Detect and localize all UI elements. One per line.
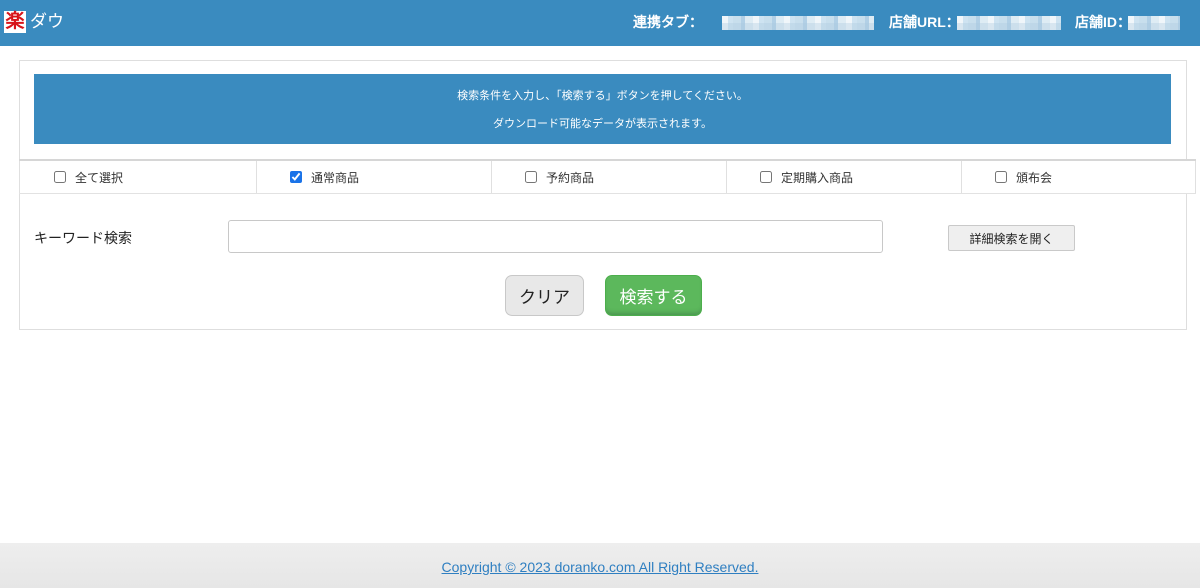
filter-label: 通常商品 <box>311 170 360 185</box>
connected-tab-label: 連携タブ： <box>633 14 703 30</box>
distribution-club-checkbox[interactable] <box>995 171 1007 183</box>
filter-label: 全て選択 <box>75 170 124 185</box>
filter-subscription-products[interactable]: 定期購入商品 <box>726 161 961 193</box>
instruction-line-1: 検索条件を入力し、「検索する」ボタンを押してください。 <box>457 90 748 102</box>
app-name: ダウ <box>30 12 64 31</box>
connected-tab-value-redacted <box>722 16 874 30</box>
clear-button[interactable]: クリア <box>505 275 584 316</box>
open-advanced-search-button[interactable]: 詳細検索を開く <box>948 225 1075 251</box>
copyright-link[interactable]: Copyright © 2023 doranko.com All Right R… <box>442 558 759 576</box>
regular-products-checkbox[interactable] <box>290 171 302 183</box>
filter-select-all[interactable]: 全て選択 <box>19 161 256 193</box>
app-logo-icon: 楽 <box>4 11 26 33</box>
store-id-value-redacted <box>1128 16 1180 30</box>
keyword-search-input[interactable] <box>228 220 883 253</box>
filter-label: 頒布会 <box>1016 170 1053 185</box>
store-id-label: 店舗ID： <box>1075 14 1131 30</box>
top-bar: 楽 ダウ 連携タブ： 店舗URL： 店舗ID： <box>0 0 1200 46</box>
filter-distribution-club[interactable]: 頒布会 <box>961 161 1196 193</box>
filter-label: 定期購入商品 <box>781 170 854 185</box>
filter-label: 予約商品 <box>546 170 595 185</box>
instruction-line-2: ダウンロード可能なデータが表示されます。 <box>493 118 712 130</box>
select-all-checkbox[interactable] <box>54 171 66 183</box>
store-url-value-redacted <box>957 16 1061 30</box>
product-type-filters: 全て選択 通常商品 予約商品 定期購入商品 頒布会 <box>19 159 1196 194</box>
keyword-search-label: キーワード検索 <box>34 230 132 246</box>
filter-preorder-products[interactable]: 予約商品 <box>491 161 726 193</box>
preorder-products-checkbox[interactable] <box>525 171 537 183</box>
subscription-products-checkbox[interactable] <box>760 171 772 183</box>
filter-regular-products[interactable]: 通常商品 <box>256 161 491 193</box>
search-button[interactable]: 検索する <box>605 275 702 316</box>
search-panel: 検索条件を入力し、「検索する」ボタンを押してください。 ダウンロード可能なデータ… <box>19 60 1196 330</box>
app-brand[interactable]: 楽 ダウ <box>4 10 64 34</box>
footer: Copyright © 2023 doranko.com All Right R… <box>0 543 1200 588</box>
instruction-banner: 検索条件を入力し、「検索する」ボタンを押してください。 ダウンロード可能なデータ… <box>34 74 1171 144</box>
store-url-label: 店舗URL： <box>889 14 960 30</box>
